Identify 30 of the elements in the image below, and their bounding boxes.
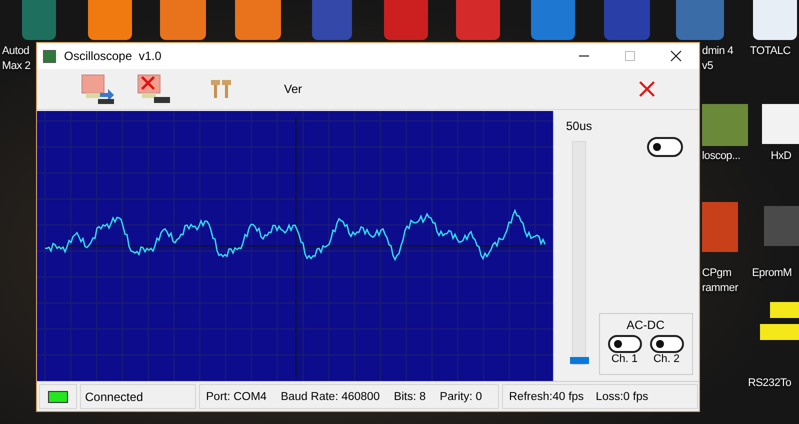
channel-label: Ch. 1 [611,353,638,365]
status-text: Port: COM4 [206,390,267,402]
desktop-icon-label[interactable]: EpromM [752,266,798,281]
desktop-icon-label[interactable]: TOTALC [750,44,798,59]
status-text: Baud Rate: 460800 [280,390,380,402]
desktop-icon-label[interactable]: loscop... [702,149,762,164]
status-text: Parity: 0 [440,390,482,402]
desktop-icon-label[interactable]: dmin 4 v5 [702,44,748,74]
status-text: Loss:0 fps [596,390,648,402]
desktop-icon-label[interactable]: HxD [764,149,798,164]
close-icon[interactable] [670,50,682,62]
slider-thumb[interactable] [570,357,589,364]
version-menu[interactable]: Ver [284,82,302,96]
desktop-icon-label[interactable]: RS232To [748,376,798,391]
window-title: Oscilloscope v1.0 [64,49,162,63]
desktop-icon-label[interactable]: CPgm rammer [702,266,752,296]
channel-label: Ch. 2 [653,353,680,365]
group-title: AC-DC [626,318,664,332]
connection-status: Connected [80,384,196,409]
timebase-label: 50us [566,119,592,133]
tools-icon[interactable] [210,78,232,100]
channel-toggle[interactable] [608,335,642,353]
channel-toggle[interactable] [650,335,684,353]
status-text: Bits: 8 [394,390,426,402]
toggle-switch[interactable] [646,137,682,157]
maximize-icon[interactable] [624,50,636,62]
timebase-slider[interactable] [572,141,586,365]
status-text: Refresh:40 fps [509,390,584,402]
app-icon [43,50,56,62]
desktop-icon-label[interactable]: Autod Max 2 [2,44,36,74]
